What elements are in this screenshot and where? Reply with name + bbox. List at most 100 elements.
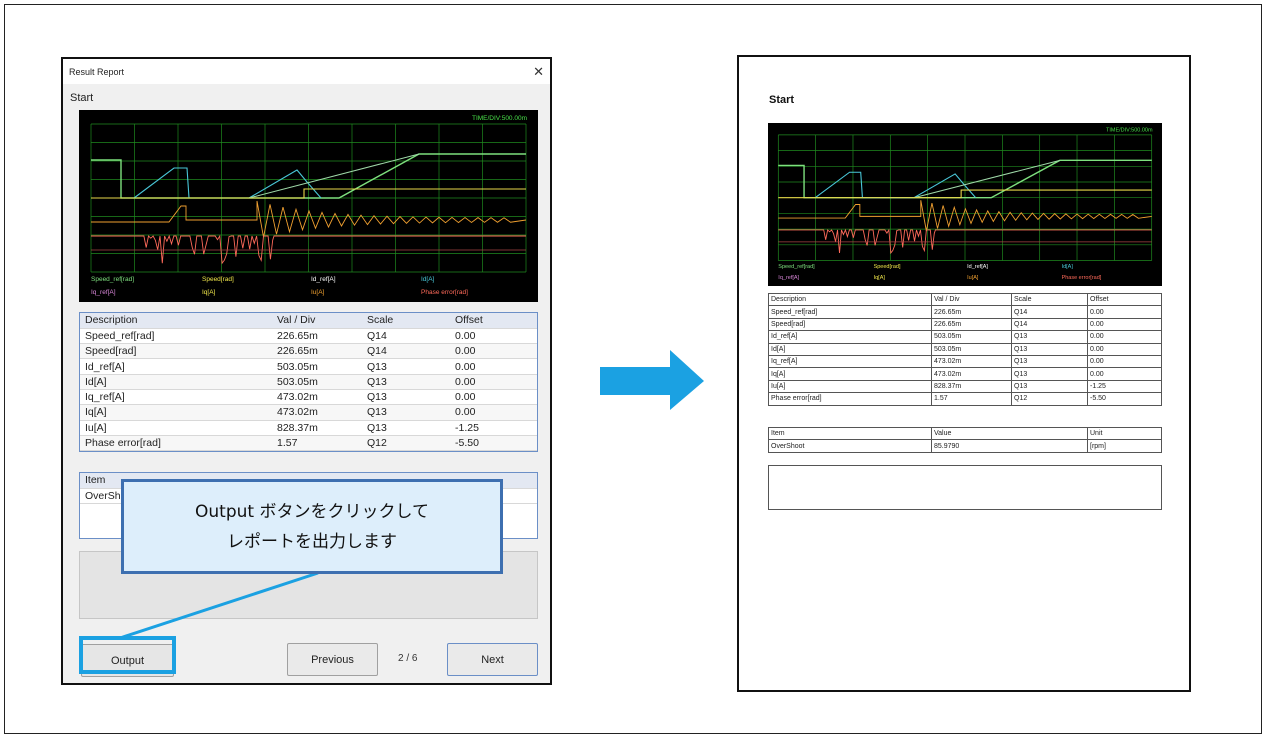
table-cell: -1.25 [455, 421, 479, 434]
time-div-label: TIME/DIV:500.00m [1106, 127, 1153, 133]
table-cell: 226.65m [277, 345, 318, 358]
next-button[interactable]: Next [447, 643, 538, 676]
table-cell: 0.00 [1087, 305, 1162, 319]
header-cell: Offset [455, 314, 483, 327]
table-cell: Q13 [367, 406, 387, 419]
table-cell: 226.65m [931, 317, 1012, 332]
previous-button[interactable]: Previous [287, 643, 378, 676]
header-cell: Scale [367, 314, 394, 327]
table-cell: 1.57 [277, 437, 298, 450]
report-waveform: TIME/DIV:500.00m Speed_ref[rad] Speed[rad]… [768, 123, 1162, 286]
table-cell: 0.00 [1087, 342, 1162, 356]
table-cell: -1.25 [1087, 379, 1162, 394]
table-row: Id_ref[A] 503.05m Q13 0.00 [768, 330, 1162, 344]
legend-label: Speed_ref[rad] [91, 276, 134, 283]
table-cell: Id_ref[A] [85, 360, 125, 373]
trace-speed [248, 153, 420, 199]
table-cell: 473.02m [277, 391, 318, 404]
table-cell: 0.00 [455, 375, 476, 388]
table-row: Speed[rad] 226.65m Q14 0.00 [768, 317, 1162, 332]
table-cell: 1.57 [931, 392, 1012, 406]
table-cell: Q14 [1011, 317, 1088, 332]
table-row: Id[A] 503.05m Q13 0.00 [80, 374, 537, 390]
trace-id [814, 171, 977, 199]
table-cell: [rpm] [1087, 439, 1162, 453]
header-cell: Val / Div [277, 314, 316, 327]
table-row: OverShoot 85.9790 [rpm] [768, 439, 1162, 453]
table-cell: 0.00 [455, 360, 476, 373]
table-row: Iq[A] 473.02m Q13 0.00 [768, 367, 1162, 381]
legend-label: Iu[A] [967, 275, 979, 281]
table-cell: Q14 [1011, 305, 1088, 319]
table-cell: Speed_ref[rad] [85, 329, 155, 342]
report-waveform-svg: TIME/DIV:500.00m Speed_ref[rad] Speed[rad]… [777, 127, 1153, 281]
table-cell: Speed_ref[rad] [768, 305, 932, 319]
table-cell: 0.00 [455, 391, 476, 404]
table-cell: 0.00 [1087, 354, 1162, 369]
table-cell: -5.50 [1087, 392, 1162, 406]
header-cell: Item [768, 426, 932, 441]
page-indicator: 2 / 6 [398, 653, 418, 664]
table-cell: Iq_ref[A] [85, 391, 125, 404]
table-cell: Id[A] [768, 342, 932, 356]
table-cell: Speed[rad] [85, 345, 137, 358]
table-cell: 0.00 [1087, 330, 1162, 344]
table-row: Iu[A] 828.37m Q13 -1.25 [80, 420, 537, 436]
report-result-table: Item Value Unit OverShoot 85.9790 [rpm] [768, 426, 1162, 453]
table-row: Speed_ref[rad] 226.65m Q14 0.00 [80, 328, 537, 344]
header-cell: Offset [1087, 292, 1162, 307]
table-cell: Q13 [1011, 379, 1088, 394]
legend-label: Iq_ref[A] [778, 275, 799, 281]
close-icon[interactable]: ✕ [533, 65, 544, 78]
table-cell: Q12 [367, 437, 387, 450]
header-cell: Description [85, 314, 138, 327]
waveform-svg: TIME/DIV:500.00m Speed_ref[rad] Speed[rad]… [90, 115, 527, 296]
table-cell: Q13 [1011, 367, 1088, 381]
table-row: Iu[A] 828.37m Q13 -1.25 [768, 379, 1162, 394]
legend-label: Iq[A] [202, 289, 216, 296]
section-title: Start [70, 92, 94, 104]
table-cell: 473.02m [931, 367, 1012, 381]
dialog-titlebar: Result Report ✕ [63, 59, 550, 84]
table-row: Speed[rad] 226.65m Q14 0.00 [80, 343, 537, 359]
table-cell: Q13 [367, 391, 387, 404]
table-header-row: Item Value Unit [768, 426, 1162, 441]
legend-label: Phase error[rad] [1062, 275, 1102, 281]
callout-line-1: Output ボタンをクリックして [195, 501, 429, 522]
header-cell: Value [931, 426, 1088, 441]
legend-label: Iu[A] [311, 289, 325, 296]
header-cell: Val / Div [931, 292, 1012, 307]
table-cell: 473.02m [277, 406, 318, 419]
report-title: Start [769, 94, 795, 106]
legend-label: Iq_ref[A] [91, 289, 116, 296]
table-row: Phase error[rad] 1.57 Q12 -5.50 [80, 435, 537, 451]
table-row: Id[A] 503.05m Q13 0.00 [768, 342, 1162, 356]
table-row: Iq_ref[A] 473.02m Q13 0.00 [768, 354, 1162, 369]
callout-line-2: レポートを出力します [227, 531, 397, 552]
table-cell: Q14 [367, 345, 387, 358]
table-cell: Phase error[rad] [768, 392, 932, 406]
table-cell: 473.02m [931, 354, 1012, 369]
table-cell: Q13 [1011, 342, 1088, 356]
instruction-callout: Output ボタンをクリックして レポートを出力します [121, 479, 503, 574]
table-cell: Iq[A] [85, 406, 107, 419]
table-cell: Iu[A] [85, 421, 107, 434]
table-header-row: Description Val / Div Scale Offset [768, 292, 1162, 307]
table-cell: 0.00 [455, 329, 476, 342]
table-cell: 503.05m [277, 360, 318, 373]
table-cell: Q13 [1011, 330, 1088, 344]
table-cell: 503.05m [931, 330, 1012, 344]
table-cell: Phase error[rad] [85, 437, 161, 450]
table-cell: 503.05m [931, 342, 1012, 356]
table-cell: Q12 [1011, 392, 1088, 406]
table-cell: 0.00 [455, 406, 476, 419]
table-cell: 503.05m [277, 375, 318, 388]
table-header-row: Description Val / Div Scale Offset [80, 313, 537, 329]
table-cell: 828.37m [277, 421, 318, 434]
trace-id [133, 167, 322, 199]
table-cell: 0.00 [455, 345, 476, 358]
table-cell: Id_ref[A] [768, 330, 932, 344]
table-row: Speed_ref[rad] 226.65m Q14 0.00 [768, 305, 1162, 319]
legend-label: Iq[A] [874, 275, 886, 281]
report-page: Start TIME/DIV:500.00m Speed_ref[rad] Spee… [737, 55, 1191, 692]
